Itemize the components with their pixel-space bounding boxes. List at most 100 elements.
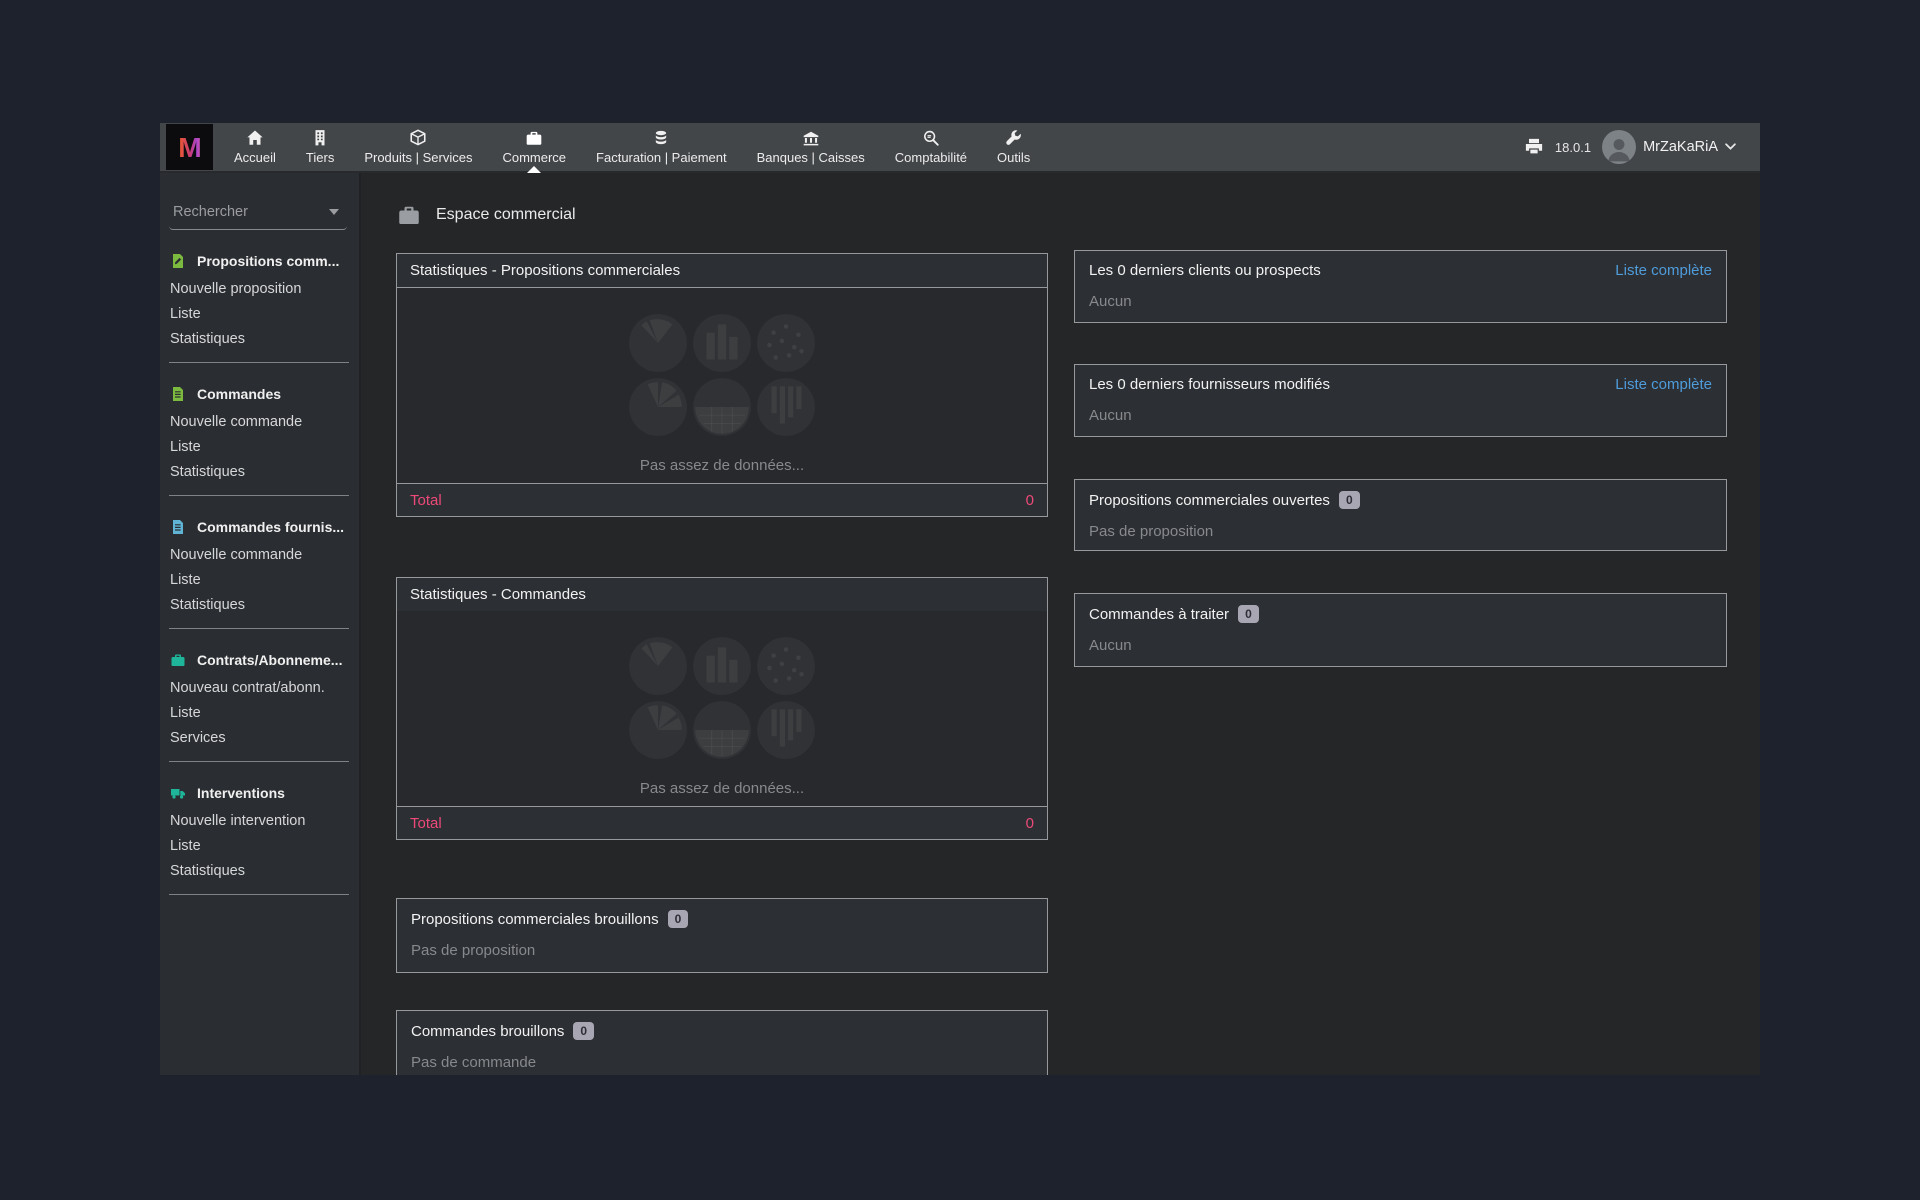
sidebar-item-nouvelle-commande[interactable]: Nouvelle commande xyxy=(160,409,359,434)
nav-item-produits-services[interactable]: Produits | Services xyxy=(349,123,487,171)
app-window: M Accueil Tiers Produits xyxy=(160,123,1760,1075)
sidebar-heading-interventions[interactable]: Interventions xyxy=(160,785,359,801)
card-title-row: Commandes brouillons 0 xyxy=(411,1022,1033,1040)
sidebar-item-liste[interactable]: Liste xyxy=(160,700,359,725)
chart-placeholder-zone: Pas assez de données... xyxy=(397,288,1047,483)
card-title-left: Propositions commerciales ouvertes 0 xyxy=(1089,491,1360,509)
search-dropdown-caret[interactable] xyxy=(329,209,339,215)
card-title-row: Les 0 derniers fournisseurs modifiés Lis… xyxy=(1089,376,1712,393)
card-body-text: Aucun xyxy=(1089,637,1712,654)
sidebar-item-statistiques[interactable]: Statistiques xyxy=(160,459,359,484)
chart-placeholder-grid xyxy=(627,635,817,761)
sidebar-item-nouvelle-intervention[interactable]: Nouvelle intervention xyxy=(160,808,359,833)
scatter-chart-placeholder-icon xyxy=(755,312,817,374)
nav-item-facturation-paiement[interactable]: Facturation | Paiement xyxy=(581,123,742,171)
grid-chart-placeholder-icon xyxy=(691,376,753,438)
nav-item-commerce[interactable]: Commerce xyxy=(487,123,581,171)
sidebar-section-contrats: Contrats/Abonneme... Nouveau contrat/abo… xyxy=(160,652,359,762)
sidebar-section-commandes: Commandes Nouvelle commande Liste Statis… xyxy=(160,386,359,496)
grid-chart-placeholder-icon xyxy=(691,699,753,761)
stats-card-propositions: Statistiques - Propositions commerciales xyxy=(396,253,1048,517)
main-content: Espace commercial Statistiques - Proposi… xyxy=(361,173,1760,1075)
building-icon xyxy=(311,129,329,147)
sidebar-heading-label: Interventions xyxy=(197,785,285,801)
card-title: Propositions commerciales brouillons xyxy=(411,911,659,928)
sidebar-item-nouveau-contrat[interactable]: Nouveau contrat/abonn. xyxy=(160,675,359,700)
sidebar-heading-propositions[interactable]: Propositions comm... xyxy=(160,253,359,269)
sidebar-heading-commandes[interactable]: Commandes xyxy=(160,386,359,402)
card-title-left: Commandes brouillons 0 xyxy=(411,1022,594,1040)
sidebar-section-propositions: Propositions comm... Nouvelle propositio… xyxy=(160,253,359,363)
nav-label: Comptabilité xyxy=(895,150,967,165)
nav-label: Produits | Services xyxy=(364,150,472,165)
coins-icon xyxy=(652,129,670,147)
sidebar-item-liste[interactable]: Liste xyxy=(160,434,359,459)
sidebar-item-liste[interactable]: Liste xyxy=(160,567,359,592)
search-box xyxy=(169,199,347,230)
sidebar-item-liste[interactable]: Liste xyxy=(160,833,359,858)
sidebar-item-statistiques[interactable]: Statistiques xyxy=(160,592,359,617)
svg-text:M: M xyxy=(178,132,201,163)
sidebar-section-commandes-fournisseurs: Commandes fournis... Nouvelle commande L… xyxy=(160,519,359,629)
sidebar-item-liste[interactable]: Liste xyxy=(160,301,359,326)
nav-label: Outils xyxy=(997,150,1030,165)
card-title-left: Propositions commerciales brouillons 0 xyxy=(411,910,688,928)
fan-chart-placeholder-icon xyxy=(627,376,689,438)
nav-item-outils[interactable]: Outils xyxy=(982,123,1045,171)
sidebar-heading-contrats[interactable]: Contrats/Abonneme... xyxy=(160,652,359,668)
sidebar-item-nouvelle-commande[interactable]: Nouvelle commande xyxy=(160,542,359,567)
nav-items: Accueil Tiers Produits | Services Co xyxy=(219,123,1045,171)
nav-label: Commerce xyxy=(502,150,566,165)
sidebar-items: Nouvelle commande Liste Statistiques xyxy=(160,409,359,484)
supplier-order-icon xyxy=(170,519,186,535)
bar-chart-placeholder-icon xyxy=(691,312,753,374)
total-row: Total 0 xyxy=(397,806,1047,839)
nav-item-comptabilite[interactable]: Comptabilité xyxy=(880,123,982,171)
home-icon xyxy=(246,129,264,147)
user-menu[interactable]: MrZaKaRiA xyxy=(1602,130,1736,164)
sidebar-item-statistiques[interactable]: Statistiques xyxy=(160,858,359,883)
card-body-text: Aucun xyxy=(1089,293,1712,310)
nav-item-accueil[interactable]: Accueil xyxy=(219,123,291,171)
nav-label: Tiers xyxy=(306,150,334,165)
card-title: Les 0 derniers fournisseurs modifiés xyxy=(1089,376,1330,393)
nav-label: Facturation | Paiement xyxy=(596,150,727,165)
card-propositions-ouvertes: Propositions commerciales ouvertes 0 Pas… xyxy=(1074,479,1727,551)
search-input[interactable] xyxy=(171,203,315,221)
card-commandes-a-traiter: Commandes à traiter 0 Aucun xyxy=(1074,593,1727,667)
card-propositions-brouillons: Propositions commerciales brouillons 0 P… xyxy=(396,898,1048,973)
no-data-text: Pas assez de données... xyxy=(397,780,1047,797)
card-title-row: Commandes à traiter 0 xyxy=(1089,605,1712,623)
printer-icon[interactable] xyxy=(1524,137,1544,157)
top-navbar: M Accueil Tiers Produits xyxy=(160,123,1760,173)
active-tab-indicator xyxy=(527,166,541,173)
card-title-left: Les 0 derniers fournisseurs modifiés xyxy=(1089,376,1330,393)
card-title: Les 0 derniers clients ou prospects xyxy=(1089,262,1321,279)
card-title: Propositions commerciales ouvertes xyxy=(1089,492,1330,509)
app-logo[interactable]: M xyxy=(166,124,213,170)
stripes-chart-placeholder-icon xyxy=(755,376,817,438)
sidebar-heading-commandes-fournisseurs[interactable]: Commandes fournis... xyxy=(160,519,359,535)
card-title-row: Les 0 derniers clients ou prospects List… xyxy=(1089,262,1712,279)
card-body-text: Aucun xyxy=(1089,407,1712,424)
sidebar-divider xyxy=(169,894,349,895)
card-title-row: Propositions commerciales ouvertes 0 xyxy=(1089,491,1712,509)
intervention-icon xyxy=(170,785,186,801)
sidebar-item-statistiques[interactable]: Statistiques xyxy=(160,326,359,351)
liste-complete-link[interactable]: Liste complète xyxy=(1615,262,1712,279)
count-badge: 0 xyxy=(1339,491,1360,509)
card-body-text: Pas de proposition xyxy=(1089,523,1712,540)
sidebar-section-interventions: Interventions Nouvelle intervention List… xyxy=(160,785,359,895)
nav-item-tiers[interactable]: Tiers xyxy=(291,123,349,171)
sidebar-item-services[interactable]: Services xyxy=(160,725,359,750)
user-name: MrZaKaRiA xyxy=(1643,139,1718,155)
card-title: Commandes brouillons xyxy=(411,1023,564,1040)
sidebar-item-nouvelle-proposition[interactable]: Nouvelle proposition xyxy=(160,276,359,301)
liste-complete-link[interactable]: Liste complète xyxy=(1615,376,1712,393)
card-derniers-fournisseurs: Les 0 derniers fournisseurs modifiés Lis… xyxy=(1074,364,1727,437)
sidebar-heading-label: Propositions comm... xyxy=(197,253,339,269)
total-label: Total xyxy=(410,815,442,832)
nav-item-banques-caisses[interactable]: Banques | Caisses xyxy=(742,123,880,171)
sidebar-heading-label: Commandes xyxy=(197,386,281,402)
sidebar-heading-label: Commandes fournis... xyxy=(197,519,344,535)
